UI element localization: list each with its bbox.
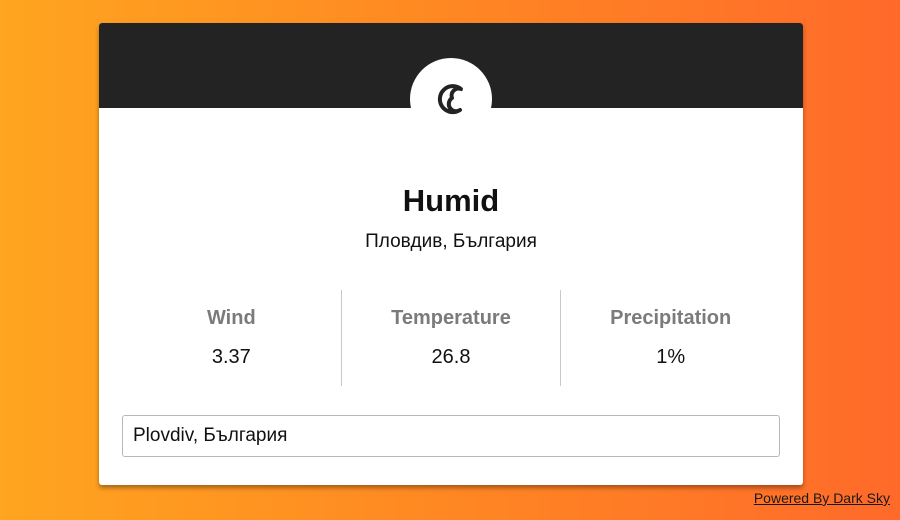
- location-search-input[interactable]: [122, 415, 780, 457]
- weather-icon-badge: [410, 58, 492, 140]
- stat-label: Precipitation: [610, 307, 732, 329]
- weather-summary: Humid: [402, 183, 500, 218]
- weather-card: Humid Пловдив, България Wind 3.37 Temper…: [99, 23, 803, 485]
- weather-stats: Wind 3.37 Temperature 26.8 Precipitation…: [122, 290, 780, 386]
- stat-label: Wind: [206, 307, 256, 329]
- stat-value: 1%: [656, 346, 686, 368]
- stat-wind: Wind 3.37: [122, 290, 341, 386]
- location-name: Пловдив, България: [365, 231, 537, 252]
- stat-value: 3.37: [211, 346, 251, 368]
- stat-value: 26.8: [431, 346, 471, 368]
- stat-label: Temperature: [391, 307, 511, 329]
- stat-precipitation: Precipitation 1%: [560, 290, 780, 386]
- powered-by-dark-sky-link[interactable]: Powered By Dark Sky: [754, 490, 890, 506]
- humidity-icon: [437, 84, 463, 115]
- stat-temperature: Temperature 26.8: [340, 290, 561, 386]
